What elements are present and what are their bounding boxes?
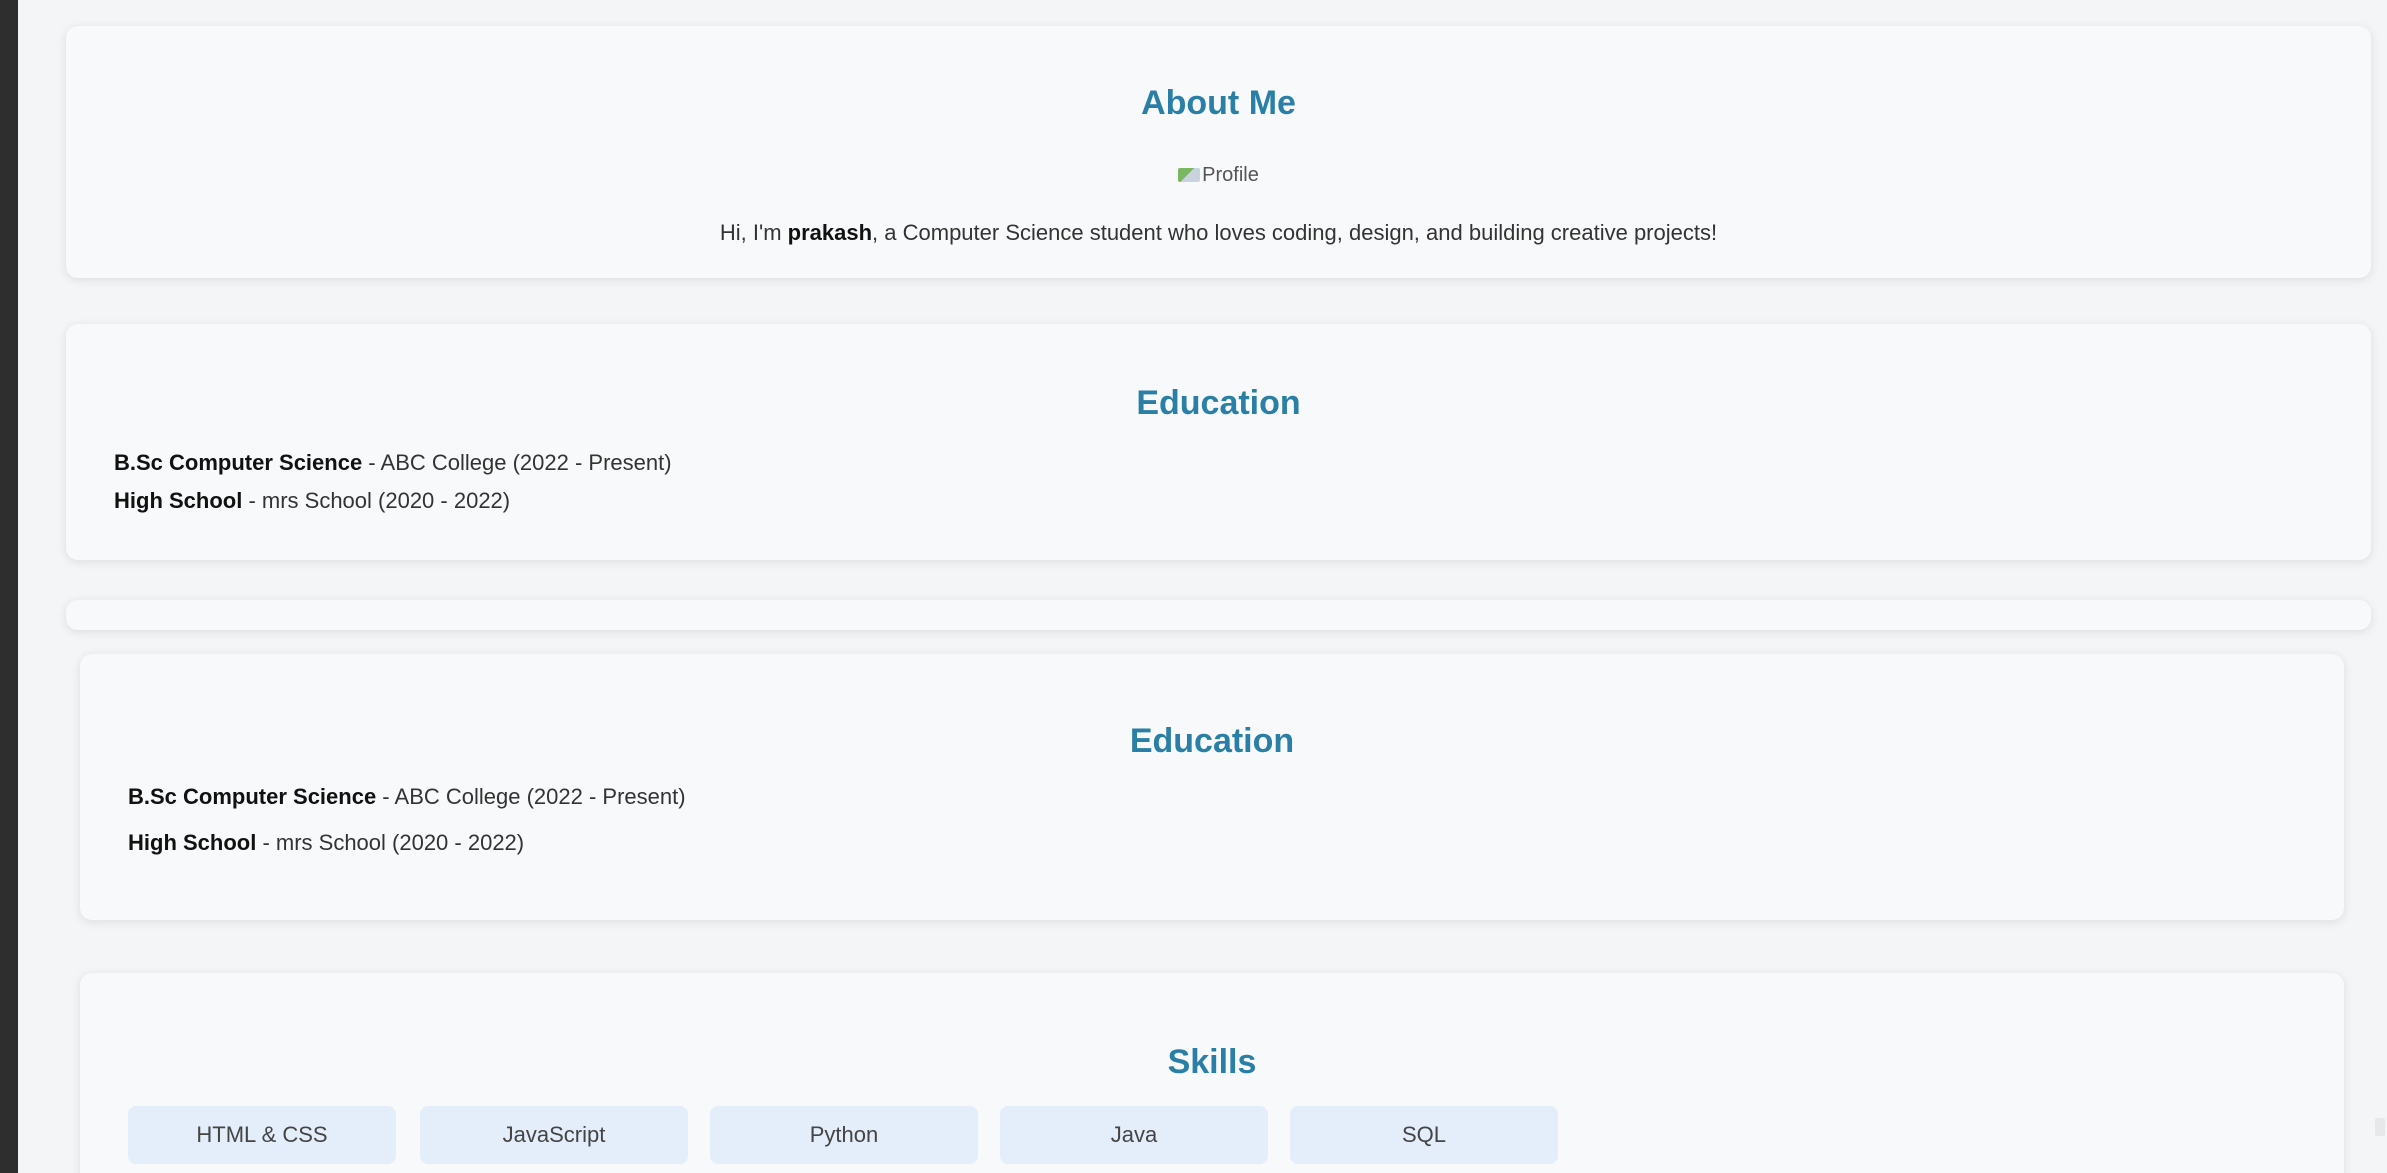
intro-prefix: Hi, I'm — [719, 220, 788, 245]
education-section: Education B.Sc Computer Science - ABC Co… — [66, 324, 2371, 560]
skill-chip: JavaScript — [420, 1106, 688, 1164]
screenshot-canvas: About Me Profile Hi, I'm prakash, a Comp… — [0, 0, 2387, 1173]
next-section-card-edge — [66, 600, 2371, 630]
broken-image-icon — [1178, 168, 1201, 182]
education-degree: High School — [128, 830, 257, 855]
education-entry: B.Sc Computer Science - ABC College (202… — [128, 784, 686, 810]
education-degree: High School — [114, 488, 243, 513]
skill-chip: HTML & CSS — [128, 1106, 396, 1164]
skills-section: Skills HTML & CSS JavaScript Python Java… — [80, 973, 2344, 1173]
education-detail: - mrs School (2020 - 2022) — [256, 830, 525, 855]
education-section: Education B.Sc Computer Science - ABC Co… — [80, 654, 2344, 920]
profile-image: Profile — [66, 164, 2371, 187]
education-entry: High School - mrs School (2020 - 2022) — [128, 830, 524, 856]
edge-handle — [2375, 1118, 2385, 1136]
skill-chip: Python — [710, 1106, 978, 1164]
about-intro-text: Hi, I'm prakash, a Computer Science stud… — [66, 220, 2371, 246]
education-degree: B.Sc Computer Science — [114, 450, 363, 475]
intro-suffix: , a Computer Science student who loves c… — [872, 220, 1718, 245]
intro-name: prakash — [787, 220, 873, 245]
education-heading: Education — [1136, 384, 1301, 422]
education-detail: - ABC College (2022 - Present) — [362, 450, 672, 475]
education-detail: - mrs School (2020 - 2022) — [242, 488, 511, 513]
education-heading: Education — [1129, 722, 1295, 760]
education-entry: B.Sc Computer Science - ABC College (202… — [114, 450, 672, 476]
about-me-heading: About Me — [1141, 84, 1296, 122]
education-degree: B.Sc Computer Science — [128, 784, 377, 809]
about-me-section: About Me Profile Hi, I'm prakash, a Comp… — [66, 26, 2371, 278]
skill-chip: SQL — [1290, 1106, 1558, 1164]
education-entry: High School - mrs School (2020 - 2022) — [114, 488, 510, 514]
profile-image-alt: Profile — [1202, 164, 1259, 186]
skill-chip: Java — [1000, 1106, 1268, 1164]
skills-heading: Skills — [1167, 1043, 1257, 1081]
education-detail: - ABC College (2022 - Present) — [376, 784, 686, 809]
